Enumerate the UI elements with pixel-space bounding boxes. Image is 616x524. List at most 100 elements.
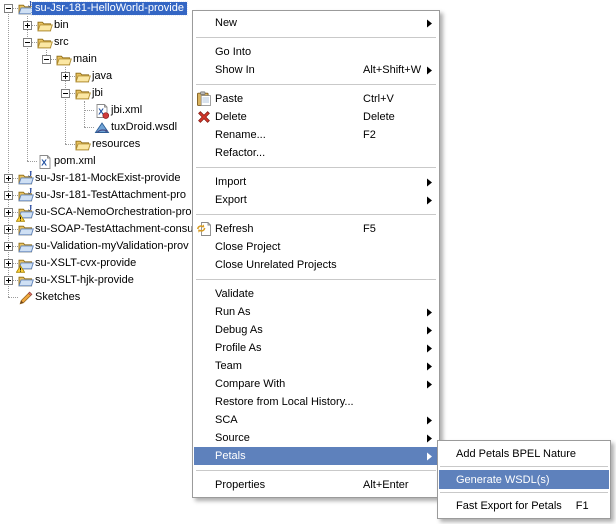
context-menu-item-source[interactable]: Source: [194, 429, 438, 447]
menu-item-label: Profile As: [215, 342, 261, 354]
tree-item-label: jbi.xml: [108, 104, 145, 117]
context-menu-item-rename[interactable]: Rename... F2: [194, 126, 438, 144]
menu-item-label: Fast Export for Petals: [439, 500, 562, 512]
context-menu-item-validate[interactable]: Validate: [194, 285, 438, 303]
context-menu: New Go Into Show InAlt+Shift+W Paste Ctrl+V D…: [192, 10, 440, 498]
menu-icon-spacer: [194, 44, 215, 60]
menu-icon-spacer: [194, 322, 215, 338]
expander-plus-icon[interactable]: [4, 242, 13, 251]
menu-item-label: Restore from Local History...: [215, 396, 354, 408]
menu-item-label: Paste: [215, 93, 243, 105]
tree-guide-line: [8, 297, 18, 298]
tree-item-label: pom.xml: [51, 155, 99, 168]
menu-item-label: Rename...: [215, 129, 266, 141]
menu-icon-spacer: [194, 340, 215, 356]
petals-submenu-item-fast-export-for-petals[interactable]: Fast Export for Petals F1: [439, 496, 609, 515]
context-menu-separator: [196, 470, 436, 471]
context-menu-item-import[interactable]: Import: [194, 173, 438, 191]
menu-item-label: Compare With: [215, 378, 285, 390]
tree-guide-line: [27, 161, 37, 162]
submenu-arrow-icon: [426, 196, 433, 205]
context-menu-item-close-project[interactable]: Close Project: [194, 238, 438, 256]
menu-item-label: Properties: [215, 479, 265, 491]
context-menu-item-sca[interactable]: SCA: [194, 411, 438, 429]
tree-item-label: src: [51, 36, 72, 49]
menu-item-label: Close Unrelated Projects: [215, 259, 337, 271]
expander-minus-icon[interactable]: [23, 38, 32, 47]
submenu-arrow-icon: [426, 308, 433, 317]
tree-item-label: bin: [51, 19, 72, 32]
menu-icon-spacer: [194, 257, 215, 273]
tree-guide-line: [65, 144, 75, 145]
menu-item-label: Generate WSDL(s): [439, 474, 550, 486]
submenu-arrow-icon: [426, 416, 433, 425]
tree-item-label: java: [89, 70, 115, 83]
context-menu-item-restore-from-local-history[interactable]: Restore from Local History...: [194, 393, 438, 411]
menu-icon-spacer: [194, 448, 215, 464]
context-menu-item-properties[interactable]: Properties Alt+Enter: [194, 476, 438, 494]
context-menu-item-petals[interactable]: Petals: [194, 447, 438, 465]
menu-item-label: Run As: [215, 306, 250, 318]
context-menu-separator: [196, 84, 436, 85]
menu-item-shortcut: Alt+Enter: [363, 479, 409, 491]
context-menu-separator: [196, 37, 436, 38]
expander-plus-icon[interactable]: [61, 72, 70, 81]
submenu-arrow-icon: [426, 326, 433, 335]
menu-icon-spacer: [194, 358, 215, 374]
context-menu-separator: [196, 214, 436, 215]
menu-item-label: Show In: [215, 64, 255, 76]
submenu-arrow-icon: [426, 19, 433, 28]
context-menu-item-team[interactable]: Team: [194, 357, 438, 375]
context-menu-item-run-as[interactable]: Run As: [194, 303, 438, 321]
context-menu-item-new[interactable]: New: [194, 14, 438, 32]
context-menu-item-export[interactable]: Export: [194, 191, 438, 209]
menu-item-shortcut: Ctrl+V: [363, 93, 394, 105]
submenu-arrow-icon: [426, 344, 433, 353]
petals-submenu-item-generate-wsdl-s[interactable]: Generate WSDL(s): [439, 470, 609, 489]
petals-submenu-item-add-petals-bpel-nature[interactable]: Add Petals BPEL Nature: [439, 444, 609, 463]
tree-guide-line: [84, 110, 94, 111]
delete-icon: [194, 109, 215, 125]
menu-item-shortcut: F1: [576, 500, 589, 512]
expander-minus-icon[interactable]: [4, 4, 13, 13]
expander-plus-icon[interactable]: [4, 259, 13, 268]
package-explorer-view: Jsu-Jsr-181-HelloWorld-providebinsrcmain…: [0, 0, 616, 524]
context-menu-item-compare-with[interactable]: Compare With: [194, 375, 438, 393]
expander-plus-icon[interactable]: [4, 208, 13, 217]
tree-item-label: su-Jsr-181-MockExist-provide: [32, 172, 183, 185]
context-menu-item-refresh[interactable]: RefreshF5: [194, 220, 438, 238]
menu-item-shortcut: F2: [363, 129, 376, 141]
submenu-arrow-icon: [426, 434, 433, 443]
menu-icon-spacer: [194, 412, 215, 428]
context-menu-item-show-in[interactable]: Show InAlt+Shift+W: [194, 61, 438, 79]
context-menu-item-close-unrelated-projects[interactable]: Close Unrelated Projects: [194, 256, 438, 274]
context-menu-separator: [196, 279, 436, 280]
context-menu-item-delete[interactable]: DeleteDelete: [194, 108, 438, 126]
expander-plus-icon[interactable]: [4, 276, 13, 285]
menu-item-label: Refactor...: [215, 147, 265, 159]
menu-item-label: Petals: [215, 450, 246, 462]
context-menu-item-paste[interactable]: Paste Ctrl+V: [194, 90, 438, 108]
menu-item-label: Add Petals BPEL Nature: [439, 448, 576, 460]
expander-plus-icon[interactable]: [4, 174, 13, 183]
menu-icon-spacer: [194, 15, 215, 31]
menu-item-label: Go Into: [215, 46, 251, 58]
expander-minus-icon[interactable]: [61, 89, 70, 98]
petals-submenu-separator: [440, 466, 608, 467]
expander-plus-icon[interactable]: [4, 191, 13, 200]
expander-plus-icon[interactable]: [23, 21, 32, 30]
context-menu-item-refactor[interactable]: Refactor...: [194, 144, 438, 162]
menu-item-label: Source: [215, 432, 250, 444]
menu-item-label: Delete: [215, 111, 247, 123]
context-menu-item-profile-as[interactable]: Profile As: [194, 339, 438, 357]
expander-minus-icon[interactable]: [42, 55, 51, 64]
expander-plus-icon[interactable]: [4, 225, 13, 234]
svg-text:X: X: [41, 158, 47, 168]
context-menu-item-go-into[interactable]: Go Into: [194, 43, 438, 61]
context-menu-item-debug-as[interactable]: Debug As: [194, 321, 438, 339]
menu-item-label: Team: [215, 360, 242, 372]
tree-item-label: su-XSLT-hjk-provide: [32, 274, 137, 287]
submenu-arrow-icon: [426, 66, 433, 75]
menu-item-label: Validate: [215, 288, 254, 300]
menu-icon-spacer: [194, 286, 215, 302]
